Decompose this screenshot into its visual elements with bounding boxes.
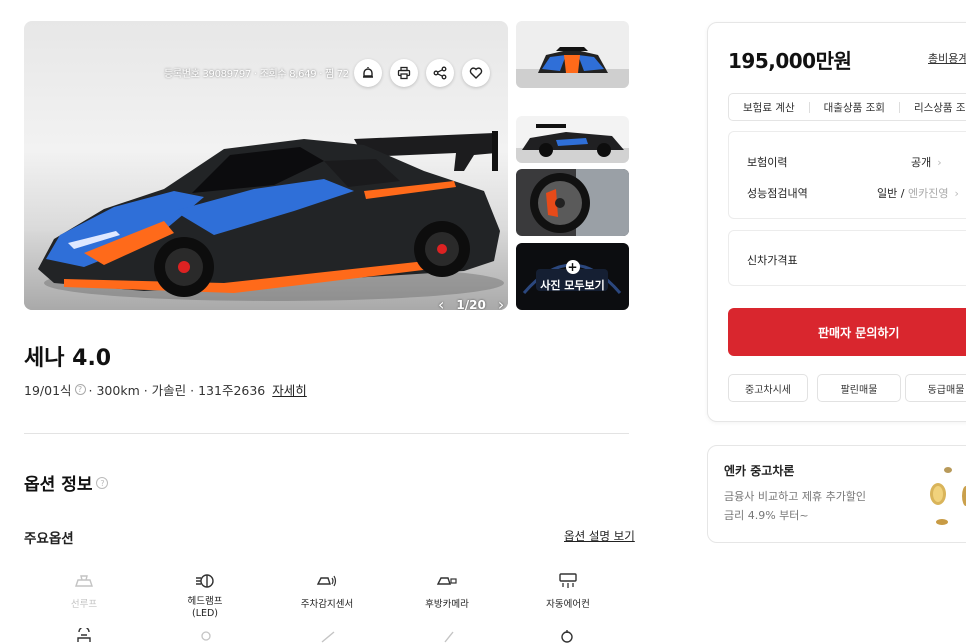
- headlamp-icon: [196, 574, 214, 588]
- option-label: 후방카메라: [425, 599, 469, 610]
- similar-listings-button[interactable]: 동급매물: [905, 374, 966, 402]
- insurance-history-label: 보험이력: [747, 156, 788, 169]
- steering-heat-icon: [561, 630, 573, 643]
- inspection-label: 성능점검내역: [747, 187, 808, 200]
- lease-product-link[interactable]: 리스상품 조회: [900, 100, 966, 115]
- option-rear-camera[interactable]: 후방카메라: [397, 572, 497, 610]
- help-icon[interactable]: ?: [74, 384, 86, 395]
- rear-camera-icon: [436, 577, 457, 585]
- total-cost-link[interactable]: 총비용계산: [928, 50, 966, 66]
- loan-title: 엔카 중고차론: [724, 464, 795, 478]
- options-help-icon[interactable]: ?: [96, 476, 109, 489]
- options-section-title: 옵션 정보 ?: [24, 470, 109, 495]
- alarm-icon: [363, 67, 373, 78]
- insurance-history-row[interactable]: 보험이력 공개 ›: [747, 154, 966, 170]
- inspection-value: 일반: [877, 187, 898, 200]
- prev-photo-button[interactable]: ‹: [438, 295, 444, 310]
- options-guide-link[interactable]: 옵션 설명 보기: [564, 528, 635, 544]
- photo-counter: ‹ 1/20 ›: [438, 295, 504, 310]
- favorite-button[interactable]: [462, 59, 490, 87]
- seat-icon: [444, 631, 454, 643]
- contact-seller-button[interactable]: 판매자 문의하기: [728, 308, 966, 356]
- option-label: 자동에어컨: [546, 599, 590, 610]
- inspection-value-muted: 엔카진영: [907, 187, 949, 200]
- thumbnail-front-image: [516, 21, 629, 88]
- market-price-button[interactable]: 중고차시세: [728, 374, 808, 402]
- price-card: 195,000만원 총비용계산 보험료 계산 대출상품 조회 리스상품 조회 보…: [707, 22, 966, 422]
- loan-desc-line2: 금리 4.9% 부터~: [724, 508, 809, 522]
- option-label: 주차감지센서: [300, 599, 354, 610]
- thumbnail-wheel-image: [516, 169, 629, 236]
- loan-desc-line1: 금융사 비교하고 제휴 추가할인: [724, 490, 867, 503]
- main-car-photo[interactable]: 등록번호 39089797 · 조회수 8,649 · 찜 72 ‹ 1/20 …: [24, 21, 508, 310]
- share-button[interactable]: [426, 59, 454, 87]
- option-label: 선루프: [70, 599, 98, 610]
- detail-link[interactable]: 자세히: [272, 380, 307, 399]
- options-section-label: 옵션 정보: [24, 475, 93, 495]
- car-specs: 19/01식 ? · 300km · 가솔린 · 131주2636 자세히: [24, 380, 307, 399]
- thumbnail-2[interactable]: [516, 116, 629, 163]
- thumbnail-3[interactable]: [516, 169, 629, 236]
- thumbnail-rear-image: [516, 116, 629, 163]
- loan-description: 금융사 비교하고 제휴 추가할인 금리 4.9% 부터~: [724, 488, 894, 525]
- navigation-icon: [201, 631, 211, 641]
- thumbnail-1[interactable]: [516, 21, 629, 88]
- price: 195,000만원: [728, 49, 852, 73]
- new-car-price-label: 신차가격표: [747, 254, 798, 267]
- divider: [24, 433, 629, 434]
- option-auto-aircon[interactable]: 자동에어컨: [518, 572, 618, 610]
- print-button[interactable]: [390, 59, 418, 87]
- coins-icon: [930, 467, 966, 525]
- car-specs-rest: · 300km · 가솔린 · 131주2636: [88, 383, 266, 398]
- chevron-right-icon: ›: [937, 156, 942, 169]
- smart-key-icon: [321, 631, 335, 643]
- inspection-row[interactable]: 성능점검내역 일반 / 엔카진영 ›: [747, 185, 966, 201]
- used-car-loan-card[interactable]: 엔카 중고차론 금융사 비교하고 제휴 추가할인 금리 4.9% 부터~: [707, 445, 966, 543]
- listing-meta: 등록번호 39089797 · 조회수 8,649 · 찜 72: [164, 69, 349, 80]
- option-sunroof[interactable]: 선루프: [34, 572, 134, 610]
- option-label: 헤드램프 (LED): [187, 596, 223, 620]
- new-car-price-row[interactable]: 신차가격표 ›: [728, 230, 966, 286]
- chevron-right-icon: ›: [954, 187, 959, 200]
- view-all-overlay: + 사진 모두보기: [516, 243, 629, 310]
- option-headlamp[interactable]: 헤드램프 (LED): [155, 572, 255, 621]
- next-photo-button[interactable]: ›: [498, 295, 504, 310]
- car-year: 19/01식: [24, 383, 72, 398]
- car-title: 세나 4.0: [24, 346, 112, 371]
- heart-icon: [469, 67, 483, 79]
- parking-sensor-icon: [316, 575, 337, 587]
- sunroof-icon: [75, 575, 93, 587]
- view-all-photos-button[interactable]: + 사진 모두보기: [516, 243, 629, 310]
- history-box: 보험이력 공개 › 성능점검내역 일반 / 엔카진영 ›: [728, 131, 966, 219]
- share-icon: [433, 66, 447, 80]
- loan-product-link[interactable]: 대출상품 조회: [810, 100, 899, 115]
- view-all-label: 사진 모두보기: [540, 279, 605, 292]
- heated-seat-icon: [77, 628, 91, 642]
- photo-index: 1/20: [456, 297, 486, 311]
- plus-icon: +: [565, 260, 580, 274]
- print-icon: [397, 66, 411, 80]
- alarm-button[interactable]: [354, 59, 382, 87]
- insurance-history-value: 공개: [911, 156, 932, 169]
- quick-links: 보험료 계산 대출상품 조회 리스상품 조회: [728, 93, 966, 121]
- option-parking-sensor[interactable]: 주차감지센서: [277, 572, 377, 610]
- main-options-title: 주요옵션: [24, 531, 74, 547]
- sold-listings-button[interactable]: 팔린매물: [817, 374, 901, 402]
- insurance-calc-link[interactable]: 보험료 계산: [729, 100, 809, 115]
- auto-aircon-icon: [559, 573, 577, 588]
